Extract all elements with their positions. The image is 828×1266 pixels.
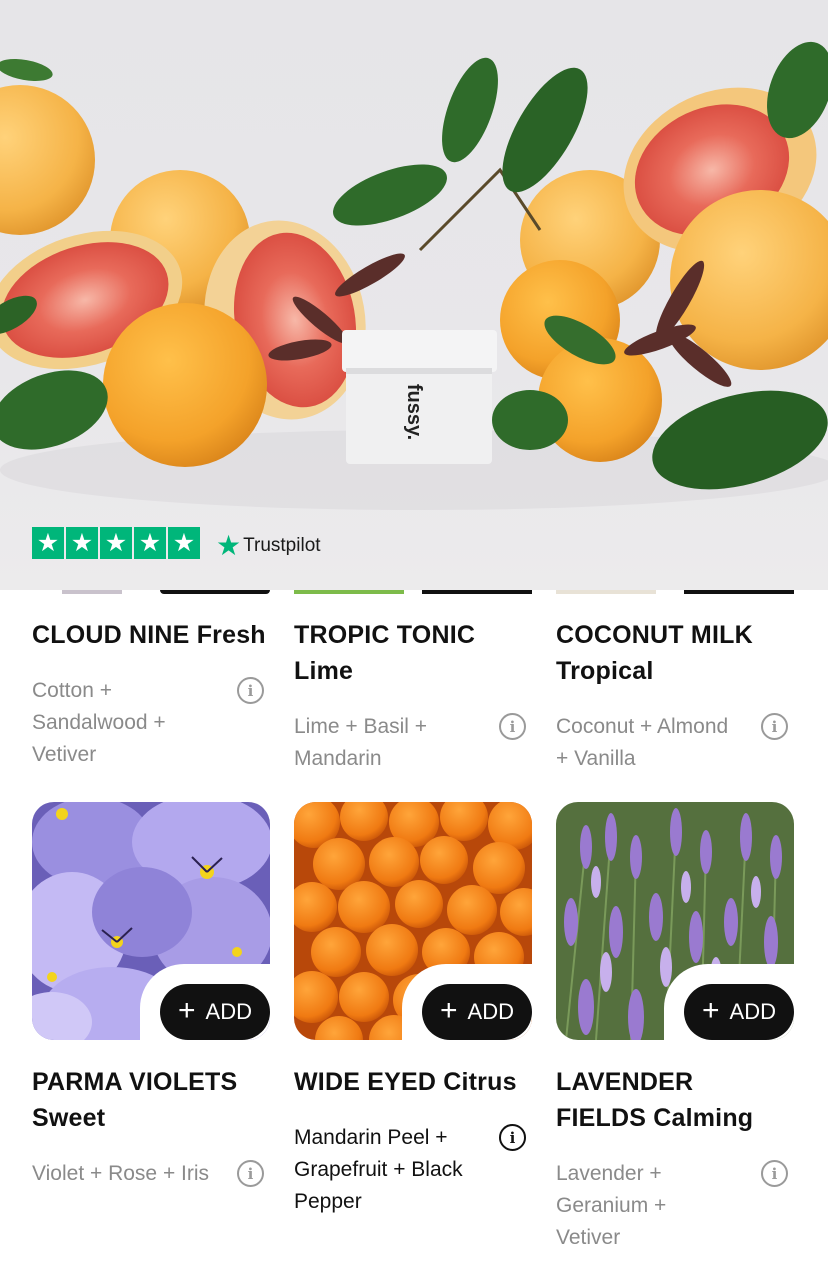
product-image[interactable]: + ADD xyxy=(556,802,794,1040)
trustpilot-star-icon: ★ xyxy=(216,530,242,561)
add-to-cart-button[interactable]: + ADD xyxy=(422,984,532,1040)
info-icon[interactable]: i xyxy=(237,1160,264,1187)
info-icon[interactable]: i xyxy=(761,713,788,740)
plus-icon: + xyxy=(440,994,458,1027)
add-label: ADD xyxy=(729,999,776,1024)
thumb-remnant xyxy=(294,590,532,594)
product-image[interactable]: + ADD xyxy=(32,802,270,1040)
jar-label: fussy. xyxy=(403,384,425,440)
star-icon: ★ xyxy=(168,527,200,559)
add-to-cart-button[interactable]: + ADD xyxy=(160,984,270,1040)
product-card-lavender-fields[interactable]: + ADD LAVENDER FIELDS Calming Lavender +… xyxy=(556,802,794,1254)
product-title[interactable]: COCONUT MILK Tropical xyxy=(556,617,756,689)
add-to-cart-button[interactable]: + ADD xyxy=(684,984,794,1040)
info-icon[interactable]: i xyxy=(499,1124,526,1151)
plus-icon: + xyxy=(178,994,196,1027)
product-notes: Cotton + Sandalwood + Vetiver xyxy=(32,679,166,766)
thumb-remnant xyxy=(556,590,794,594)
star-icon: ★ xyxy=(66,527,98,559)
trustpilot-logo: ★ Trustpilot xyxy=(216,532,321,560)
add-label: ADD xyxy=(205,999,252,1024)
product-title[interactable]: CLOUD NINE Fresh xyxy=(32,617,270,653)
trustpilot-rating[interactable]: ★ ★ ★ ★ ★ ★ Trustpilot xyxy=(32,526,321,560)
product-title[interactable]: TROPIC TONIC Lime xyxy=(294,617,494,689)
plus-icon: + xyxy=(702,994,720,1027)
trustpilot-stars: ★ ★ ★ ★ ★ xyxy=(32,527,200,559)
product-image[interactable]: + ADD xyxy=(294,802,532,1040)
info-icon[interactable]: i xyxy=(761,1160,788,1187)
product-notes: Lime + Basil + Mandarin xyxy=(294,715,428,770)
info-icon[interactable]: i xyxy=(499,713,526,740)
star-icon: ★ xyxy=(134,527,166,559)
info-icon[interactable]: i xyxy=(237,677,264,704)
product-notes: Coconut + Almond + Vanilla xyxy=(556,715,729,770)
product-title[interactable]: LAVENDER FIELDS Calming xyxy=(556,1064,786,1136)
product-notes: Mandarin Peel + Grapefruit + Black Peppe… xyxy=(294,1126,463,1213)
product-card-tropic-tonic[interactable]: TROPIC TONIC Lime Lime + Basil + Mandari… xyxy=(294,617,532,775)
product-notes: Violet + Rose + Iris xyxy=(32,1162,210,1185)
product-notes: Lavender + Geranium + Vetiver xyxy=(556,1162,667,1249)
hero-citrus-photo: fussy. xyxy=(0,41,828,510)
thumb-remnant xyxy=(32,590,270,594)
product-card-cloud-nine[interactable]: CLOUD NINE Fresh Cotton + Sandalwood + V… xyxy=(32,617,270,771)
product-title[interactable]: WIDE EYED Citrus xyxy=(294,1064,532,1100)
add-label: ADD xyxy=(467,999,514,1024)
product-card-wide-eyed[interactable]: + ADD WIDE EYED Citrus Mandarin Peel + G… xyxy=(294,802,532,1218)
product-card-coconut-milk[interactable]: COCONUT MILK Tropical Coconut + Almond +… xyxy=(556,617,794,775)
star-icon: ★ xyxy=(32,527,64,559)
star-icon: ★ xyxy=(100,527,132,559)
trustpilot-brand-text: Trustpilot xyxy=(243,535,321,556)
product-title[interactable]: PARMA VIOLETS Sweet xyxy=(32,1064,242,1136)
hero-banner: fussy. ★ ★ ★ ★ ★ ★ Trustpilot xyxy=(0,0,828,590)
product-card-parma-violets[interactable]: + ADD PARMA VIOLETS Sweet Violet + Rose … xyxy=(32,802,270,1190)
